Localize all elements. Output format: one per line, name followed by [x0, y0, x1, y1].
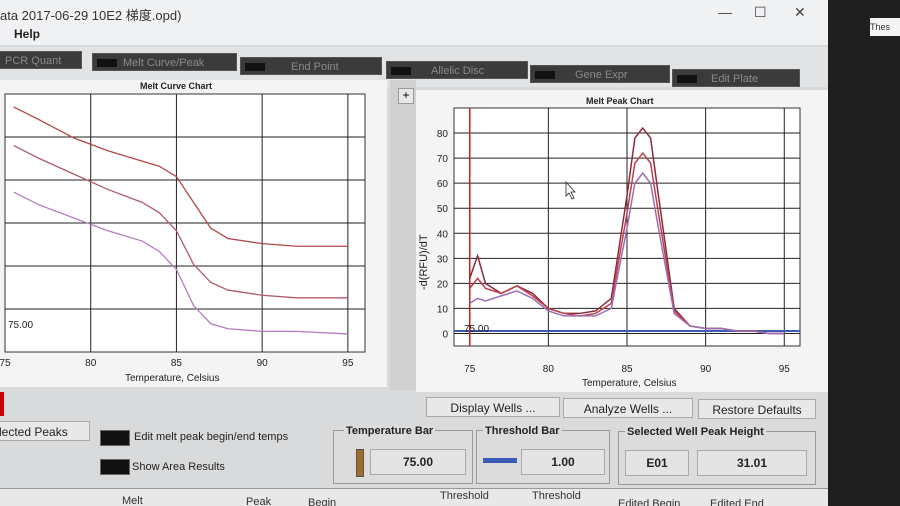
tab-pcr-quant[interactable]: PCR Quant — [0, 51, 82, 69]
tab-edit-plate[interactable]: Edit Plate — [672, 69, 800, 87]
app-window: ata 2017-06-29 10E2 梯度.opd) — ☐ ✕ Help P… — [0, 0, 828, 506]
melt-curve-xlabel: Temperature, Celsius — [125, 373, 220, 384]
column-header-peak[interactable]: Peak — [246, 496, 271, 506]
selected-peaks-button[interactable]: lected Peaks — [0, 421, 90, 441]
restore-defaults-button[interactable]: Restore Defaults — [698, 399, 816, 419]
x-tick-label: 90 — [700, 364, 712, 375]
tab-end-point[interactable]: End Point — [240, 57, 382, 75]
tab-indicator-icon — [535, 71, 555, 80]
selected-well-id: E01 — [625, 450, 689, 476]
melt-curve-panel: Melt Curve Chart 75 80 85 90 95 Temperature,… — [0, 80, 387, 387]
expand-button[interactable]: + — [398, 88, 414, 104]
tab-gene-expr[interactable]: Gene Expr — [530, 65, 670, 83]
tab-label: Gene Expr — [575, 69, 628, 82]
threshold-bar-label: Threshold Bar — [483, 425, 562, 437]
tab-label: PCR Quant — [5, 55, 62, 68]
tab-label: Melt Curve/Peak — [123, 57, 205, 70]
panel-splitter[interactable]: + — [390, 80, 416, 390]
selected-well-peak-value: 31.01 — [697, 450, 807, 476]
melt-peak-panel: Melt Peak Chart 0 10 20 30 40 50 60 70 80 75 80 85 9… — [416, 90, 828, 392]
melt-curve-chart[interactable]: 75 80 85 90 95 — [0, 80, 387, 387]
tab-indicator-icon — [97, 59, 117, 68]
y-tick-label: 10 — [437, 304, 449, 315]
results-grid-header: Melt Peak Begin Threshold Threshold Edit… — [0, 488, 828, 506]
tab-melt-curve-peak[interactable]: Melt Curve/Peak — [92, 53, 237, 71]
column-header-begin[interactable]: Begin — [308, 497, 336, 506]
x-tick-label: 85 — [171, 358, 183, 369]
display-wells-button[interactable]: Display Wells ... — [426, 397, 560, 417]
desktop-background — [828, 0, 900, 506]
melt-peak-chart[interactable]: 0 10 20 30 40 50 60 70 80 75 80 85 90 95 — [416, 90, 828, 392]
temperature-marker-label: 75.00 — [8, 320, 34, 331]
threshold-bar-swatch — [483, 458, 517, 463]
close-button[interactable]: ✕ — [794, 4, 806, 21]
x-tick-label: 80 — [85, 358, 97, 369]
column-header-edited-begin[interactable]: Edited Begin — [618, 498, 680, 506]
temperature-marker-label: 75.00 — [464, 324, 490, 335]
threshold-bar-value[interactable]: 1.00 — [521, 449, 605, 475]
x-tick-label: 95 — [342, 358, 354, 369]
y-tick-label: 20 — [437, 279, 449, 290]
y-tick-label: 0 — [442, 329, 448, 340]
column-header-threshold-2[interactable]: Threshold — [532, 490, 581, 502]
tab-label: Edit Plate — [711, 73, 759, 86]
tab-label: End Point — [291, 61, 339, 74]
x-tick-label: 85 — [621, 364, 633, 375]
column-header-melt[interactable]: Melt — [122, 495, 143, 506]
taskbar-label: Thes — [870, 22, 891, 32]
analyze-wells-button[interactable]: Analyze Wells ... — [563, 398, 693, 418]
menu-help[interactable]: Help — [14, 27, 40, 41]
tab-indicator-icon — [677, 75, 697, 84]
melt-peak-ylabel: -d(RFU)/dT — [418, 234, 430, 290]
selected-well-label: Selected Well Peak Height — [625, 426, 766, 438]
column-header-edited-end[interactable]: Edited End — [710, 498, 764, 506]
threshold-bar-group: Threshold Bar 1.00 — [476, 425, 610, 484]
window-title: ata 2017-06-29 10E2 梯度.opd) — [0, 8, 182, 23]
column-header-threshold[interactable]: Threshold — [440, 490, 489, 502]
taskbar-button[interactable]: Thes — [870, 18, 900, 36]
error-indicator — [0, 392, 4, 416]
minimize-button[interactable]: — — [718, 4, 732, 20]
tab-label: Allelic Disc — [431, 65, 485, 78]
x-tick-label: 75 — [464, 364, 476, 375]
y-tick-label: 70 — [437, 154, 449, 165]
x-tick-label: 90 — [257, 358, 269, 369]
y-tick-label: 50 — [437, 204, 449, 215]
y-tick-label: 40 — [437, 229, 449, 240]
y-tick-label: 30 — [437, 254, 449, 265]
temperature-bar-swatch — [356, 449, 364, 477]
tab-indicator-icon — [245, 63, 265, 72]
show-area-toggle[interactable] — [100, 459, 130, 475]
title-bar: ata 2017-06-29 10E2 梯度.opd) — ☐ ✕ — [0, 0, 828, 27]
y-tick-label: 60 — [437, 179, 449, 190]
temperature-bar-label: Temperature Bar — [344, 425, 436, 437]
tab-indicator-icon — [391, 67, 411, 76]
edit-melt-peak-label: Edit melt peak begin/end temps — [134, 431, 289, 443]
y-tick-label: 80 — [437, 129, 449, 140]
temperature-bar-value[interactable]: 75.00 — [370, 449, 466, 475]
selected-well-group: Selected Well Peak Height E01 31.01 — [618, 426, 816, 485]
melt-peak-xlabel: Temperature, Celsius — [582, 378, 677, 389]
x-tick-label: 95 — [779, 364, 791, 375]
show-area-label: Show Area Results — [132, 461, 225, 473]
maximize-button[interactable]: ☐ — [754, 4, 767, 21]
menu-bar: Help — [0, 27, 828, 45]
tab-allelic-disc[interactable]: Allelic Disc — [386, 61, 528, 79]
x-tick-label: 75 — [0, 358, 11, 369]
x-tick-label: 80 — [543, 364, 555, 375]
edit-melt-peak-toggle[interactable] — [100, 430, 130, 446]
temperature-bar-group: Temperature Bar 75.00 — [333, 425, 473, 484]
